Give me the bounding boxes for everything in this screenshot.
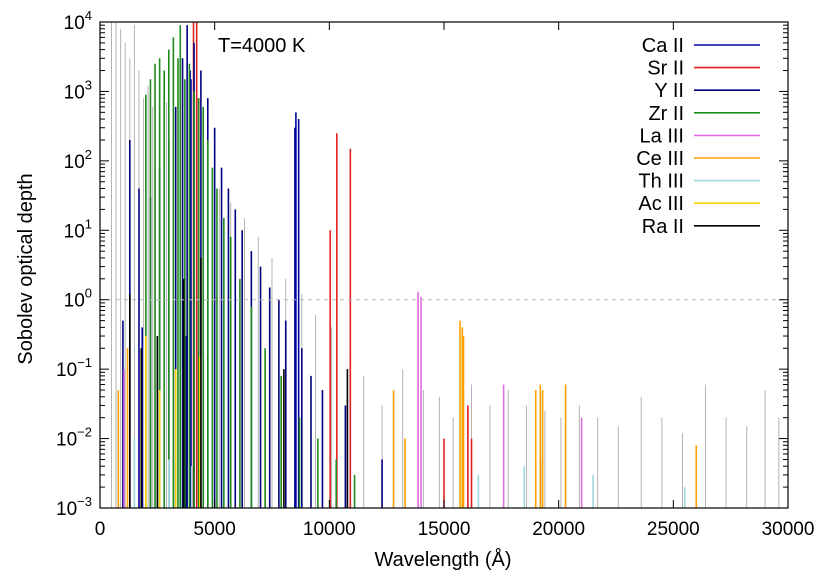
x-tick-label-1: 5000 [194, 519, 236, 540]
y-tick-label-3: 100 [64, 286, 92, 312]
chart: 0 5000 10000 15000 20000 25000 30000 10−3 10−2 1… [15, 8, 815, 571]
legend-label-y-ii: Y II [654, 80, 684, 102]
y-tick-label-1: 10−2 [56, 425, 92, 451]
x-tick-label-6: 30000 [762, 519, 815, 540]
x-tick-label-4: 20000 [532, 519, 585, 540]
y-axis-title: Sobolev optical depth [15, 173, 37, 364]
x-tick-label-5: 25000 [647, 519, 700, 540]
legend-label-ra-ii: Ra II [642, 216, 684, 238]
legend-label-th-iii: Th III [638, 171, 684, 193]
x-tick-label-0: 0 [95, 519, 106, 540]
x-tick-label-2: 10000 [303, 519, 356, 540]
x-axis-title: Wavelength (Å) [374, 548, 511, 571]
x-tick-label-3: 15000 [418, 519, 471, 540]
legend-label-sr-ii: Sr II [647, 58, 684, 80]
legend-label-ce-iii: Ce III [636, 148, 684, 170]
y-tick-label-7: 104 [64, 8, 92, 34]
y-tick-label-4: 101 [64, 216, 92, 242]
legend-label-ca-ii: Ca II [642, 35, 684, 57]
legend-label-zr-ii: Zr II [648, 103, 684, 125]
y-tick-label-5: 102 [64, 147, 92, 173]
y-tick-label-0: 10−3 [56, 494, 92, 520]
legend-label-la-iii: La III [640, 125, 684, 147]
temperature-annotation: T=4000 K [218, 35, 306, 57]
legend: Ca IISr IIY IIZr IILa IIICe IIITh IIIAc … [636, 35, 760, 238]
y-tick-label-6: 103 [64, 77, 92, 103]
legend-label-ac-iii: Ac III [638, 193, 684, 215]
series-lines [117, 22, 698, 508]
y-tick-label-2: 10−1 [56, 355, 92, 381]
